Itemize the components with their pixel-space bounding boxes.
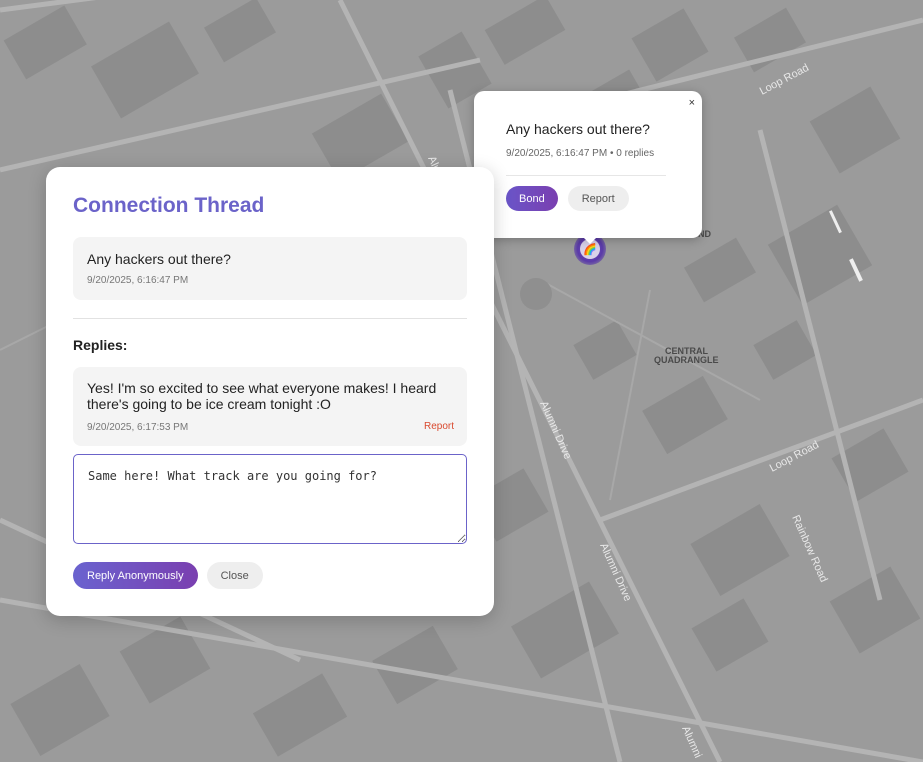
panel-title: Connection Thread bbox=[73, 194, 265, 217]
popup-actions: Bond Report bbox=[506, 186, 629, 211]
close-icon[interactable]: × bbox=[689, 97, 695, 109]
reply-actions: Reply Anonymously Close bbox=[73, 562, 263, 589]
reply-item: Yes! I'm so excited to see what everyone… bbox=[73, 367, 467, 446]
thread-popup: × Any hackers out there? 9/20/2025, 6:16… bbox=[474, 91, 702, 238]
connection-thread-panel: Connection Thread Any hackers out there?… bbox=[46, 167, 494, 616]
close-button[interactable]: Close bbox=[206, 562, 263, 589]
reply-timestamp: 9/20/2025, 6:17:53 PM bbox=[87, 422, 189, 433]
popup-tip bbox=[584, 238, 596, 244]
popup-replies-count: 0 replies bbox=[616, 148, 655, 159]
report-button[interactable]: Report bbox=[567, 186, 629, 211]
popup-meta: 9/20/2025, 6:16:47 PM • 0 replies bbox=[506, 148, 654, 159]
reply-text: Yes! I'm so excited to see what everyone… bbox=[87, 380, 437, 412]
meta-separator: • bbox=[609, 148, 614, 159]
reply-anonymously-button[interactable]: Reply Anonymously bbox=[73, 562, 198, 589]
post-text: Any hackers out there? bbox=[87, 251, 231, 267]
divider bbox=[73, 318, 467, 319]
reply-report-link[interactable]: Report bbox=[424, 421, 454, 432]
popup-timestamp: 9/20/2025, 6:16:47 PM bbox=[506, 148, 608, 159]
post-timestamp: 9/20/2025, 6:16:47 PM bbox=[87, 275, 189, 286]
popup-divider bbox=[506, 175, 666, 176]
popup-title: Any hackers out there? bbox=[506, 121, 650, 137]
map-label-central-quadrangle: QUADRANGLE bbox=[654, 355, 719, 365]
bond-button[interactable]: Bond bbox=[506, 186, 558, 211]
replies-heading: Replies: bbox=[73, 337, 128, 353]
original-post: Any hackers out there? 9/20/2025, 6:16:4… bbox=[73, 237, 467, 300]
reply-input[interactable]: Same here! What track are you going for? bbox=[73, 454, 467, 544]
